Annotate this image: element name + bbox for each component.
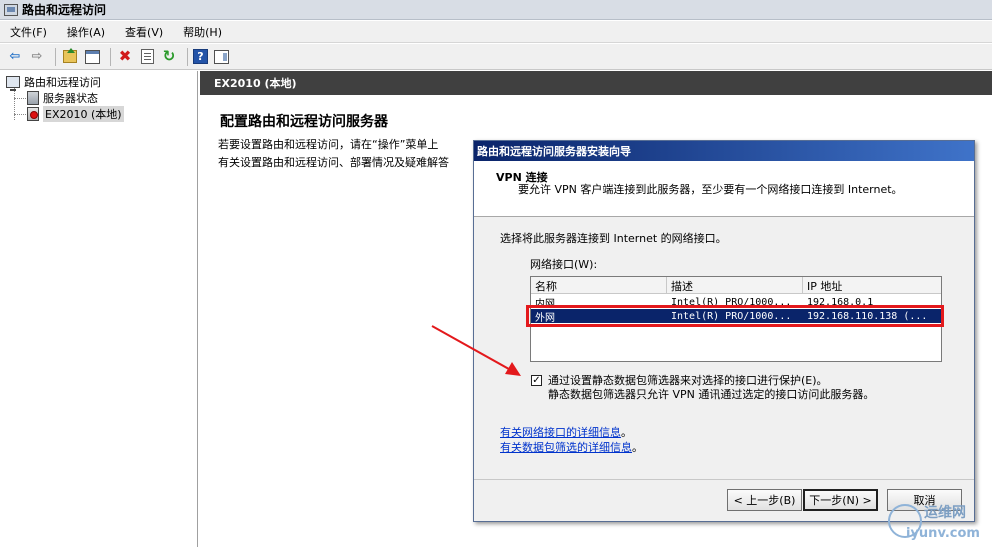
- tree-root-label: 路由和远程访问: [24, 76, 101, 89]
- watermark-top-text: 运维网: [924, 505, 966, 521]
- content-text: 有关设置路由和远程访问、部署情况及疑难解答: [218, 156, 449, 169]
- window-title: 路由和远程访问: [22, 3, 107, 17]
- network-interface-help-link[interactable]: 有关网络接口的详细信息: [500, 426, 621, 439]
- page-title: 配置路由和远程访问服务器: [220, 114, 388, 130]
- show-tree-button[interactable]: [83, 48, 101, 66]
- show-action-pane-icon: [213, 49, 229, 64]
- setup-wizard-dialog: 路由和远程访问服务器安装向导 VPN 连接 要允许 VPN 客户端连接到此服务器…: [473, 140, 975, 522]
- link-suffix: 。: [632, 441, 643, 454]
- up-folder-icon: [63, 48, 77, 63]
- menu-bar: 文件(F) 操作(A) 查看(V) 帮助(H): [0, 21, 992, 43]
- content-text: 若要设置路由和远程访问，请在“操作”菜单上: [218, 138, 439, 151]
- next-button[interactable]: 下一步(N) >: [803, 489, 878, 511]
- tree-item-local-server[interactable]: EX2010 (本地): [27, 106, 124, 122]
- wizard-step-description: 要允许 VPN 客户端连接到此服务器，至少要有一个网络接口连接到 Interne…: [518, 183, 903, 196]
- help-icon[interactable]: ?: [193, 49, 208, 64]
- properties-button[interactable]: [138, 48, 156, 66]
- tree-item-label: EX2010 (本地): [43, 106, 124, 122]
- menu-help[interactable]: 帮助(H): [179, 22, 226, 42]
- back-button[interactable]: < 上一步(B): [727, 489, 802, 511]
- packet-filter-checkbox[interactable]: ✓: [531, 375, 542, 386]
- forward-icon[interactable]: ⇨: [28, 48, 46, 66]
- packet-filter-description: 静态数据包筛选器只允许 VPN 通讯通过选定的接口访问此服务器。: [548, 388, 875, 401]
- menu-action[interactable]: 操作(A): [63, 22, 109, 42]
- tree-connector: [14, 114, 26, 115]
- tree-pane: 路由和远程访问 服务器状态 EX2010 (本地): [0, 71, 198, 547]
- toolbar-separator: [110, 47, 111, 66]
- toolbar-separator: [187, 47, 188, 66]
- show-action-pane-button[interactable]: [212, 48, 230, 66]
- packet-filter-option[interactable]: ✓ 通过设置静态数据包筛选器来对选择的接口进行保护(E)。 静态数据包筛选器只允…: [531, 374, 874, 402]
- menu-view[interactable]: 查看(V): [121, 22, 167, 42]
- server-icon: [27, 91, 39, 105]
- menu-file[interactable]: 文件(F): [6, 22, 51, 42]
- button-bar-separator: [474, 479, 974, 480]
- toolbar-separator: [55, 47, 56, 66]
- refresh-icon[interactable]: ↻: [160, 48, 178, 66]
- wizard-header: VPN 连接 要允许 VPN 客户端连接到此服务器，至少要有一个网络接口连接到 …: [474, 161, 974, 217]
- list-header: 名称 描述 IP 地址: [531, 277, 941, 294]
- wizard-title-bar: 路由和远程访问服务器安装向导: [474, 141, 974, 161]
- up-folder-button[interactable]: [61, 48, 79, 66]
- highlight-box: [526, 305, 944, 327]
- routing-app-icon: [4, 3, 18, 16]
- wizard-prompt: 选择将此服务器连接到 Internet 的网络接口。: [500, 232, 727, 245]
- delete-icon[interactable]: ✖: [116, 48, 134, 66]
- column-header-ip[interactable]: IP 地址: [803, 277, 941, 294]
- back-icon[interactable]: ⇦: [6, 48, 24, 66]
- computer-icon: [6, 76, 20, 91]
- tree-root[interactable]: 路由和远程访问: [6, 74, 101, 91]
- link-line: 有关数据包筛选的详细信息。: [500, 439, 643, 455]
- show-tree-icon: [84, 49, 100, 64]
- column-header-name[interactable]: 名称: [531, 277, 667, 294]
- window-title-bar: 路由和远程访问: [0, 0, 992, 20]
- tree-connector: [14, 98, 26, 99]
- link-suffix: 。: [621, 426, 632, 439]
- tree-item-label: 服务器状态: [43, 92, 98, 105]
- properties-icon: [140, 49, 154, 64]
- network-interfaces-label: 网络接口(W):: [530, 258, 598, 271]
- watermark-bottom-text: iyunv.com: [906, 526, 980, 541]
- server-stopped-icon: [27, 107, 39, 121]
- tree-connector: [14, 88, 15, 120]
- packet-filter-help-link[interactable]: 有关数据包筛选的详细信息: [500, 441, 632, 454]
- link-line: 有关网络接口的详细信息。: [500, 424, 632, 440]
- packet-filter-label: 通过设置静态数据包筛选器来对选择的接口进行保护(E)。: [548, 374, 828, 387]
- packet-filter-text: 通过设置静态数据包筛选器来对选择的接口进行保护(E)。 静态数据包筛选器只允许 …: [548, 374, 874, 402]
- column-header-description[interactable]: 描述: [667, 277, 803, 294]
- content-header: EX2010 (本地): [200, 71, 992, 95]
- tree-item-server-status[interactable]: 服务器状态: [27, 90, 98, 106]
- toolbar: ⇦ ⇨ ✖ ↻ ?: [0, 44, 992, 70]
- site-watermark: 运维网 iyunv.com: [884, 500, 988, 546]
